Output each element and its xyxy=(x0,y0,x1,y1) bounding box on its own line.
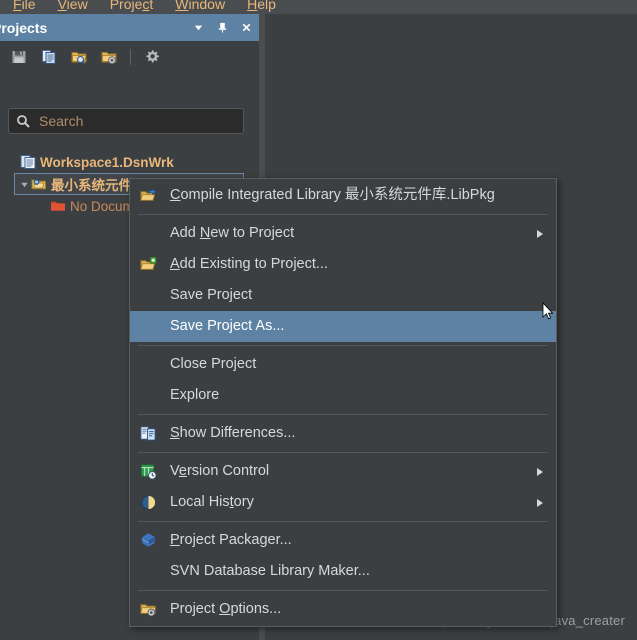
menu-item-save-project-as[interactable]: Save Project As... xyxy=(130,311,556,342)
menu-item-label: Explore xyxy=(170,387,220,404)
menu-separator xyxy=(138,452,548,453)
menu-item-label: Add Existing to Project... xyxy=(170,256,328,273)
menu-item-close-project[interactable]: Close Project xyxy=(130,349,556,380)
menu-item-project-packager[interactable]: Project Packager... xyxy=(130,525,556,556)
menu-item-label: Version Control xyxy=(170,463,270,480)
menubar-item-project[interactable]: Project xyxy=(99,0,165,13)
menu-icon-placeholder xyxy=(138,287,158,305)
menu-separator xyxy=(138,345,548,346)
submenu-arrow-icon xyxy=(537,229,543,238)
mouse-cursor xyxy=(542,301,554,321)
menubar-item-help[interactable]: Help xyxy=(236,0,287,13)
menu-icon-placeholder xyxy=(138,563,158,581)
workspace-icon xyxy=(20,154,36,170)
pin-icon[interactable] xyxy=(216,21,229,34)
page-title: Projects xyxy=(0,19,48,36)
menu-item-project-options[interactable]: Project Options... xyxy=(130,594,556,625)
clock-icon xyxy=(138,494,158,512)
close-icon[interactable] xyxy=(240,21,253,34)
menu-item-svn-database-library-maker[interactable]: SVN Database Library Maker... xyxy=(130,556,556,587)
search-icon xyxy=(16,114,30,128)
show-differences-icon xyxy=(138,425,158,443)
floppy-disk-icon[interactable] xyxy=(4,44,34,70)
projects-toolbar xyxy=(0,41,259,73)
tree-item[interactable]: Workspace1.DsnWrk xyxy=(0,151,259,173)
menu-separator xyxy=(138,521,548,522)
menu-item-add-new-to-project[interactable]: Add New to Project xyxy=(130,218,556,249)
menu-separator xyxy=(138,414,548,415)
tree-arrow-spacer xyxy=(8,157,19,168)
menu-item-compile-integrated-library[interactable]: Compile Integrated Library 最小系统元件库.LibPk… xyxy=(130,180,556,211)
menu-item-label: Compile Integrated Library 最小系统元件库.LibPk… xyxy=(170,187,495,204)
menu-item-save-project[interactable]: Save Project xyxy=(130,280,556,311)
menu-separator xyxy=(138,214,548,215)
submenu-arrow-icon xyxy=(537,467,543,476)
menu-item-label: SVN Database Library Maker... xyxy=(170,563,370,580)
package-icon xyxy=(138,532,158,550)
menu-separator xyxy=(138,590,548,591)
gear-icon[interactable] xyxy=(137,44,167,70)
folder-red-icon xyxy=(50,198,66,214)
menubar-item-view[interactable]: View xyxy=(47,0,99,13)
menubar-item-file[interactable]: File xyxy=(2,0,47,13)
menu-item-explore[interactable]: Explore xyxy=(130,380,556,411)
app-window: FileViewProjectWindowHelp Projects xyxy=(0,0,637,640)
menu-item-label: Project Packager... xyxy=(170,532,292,549)
search-box[interactable] xyxy=(8,108,244,134)
menu-item-label: Save Project xyxy=(170,287,253,304)
menu-item-label: Save Project As... xyxy=(170,318,285,335)
project-package-icon xyxy=(31,176,47,192)
version-control-icon xyxy=(138,463,158,481)
menu-item-add-existing-to-project[interactable]: Add Existing to Project... xyxy=(130,249,556,280)
folder-gear-icon[interactable] xyxy=(94,44,124,70)
menu-item-label: Local History xyxy=(170,494,254,511)
folder-search-icon[interactable] xyxy=(64,44,94,70)
menubar-item-window[interactable]: Window xyxy=(164,0,236,13)
menu-item-label: Show Differences... xyxy=(170,425,296,442)
projects-panel-titlebar: Projects xyxy=(0,14,259,41)
menu-item-label: Project Options... xyxy=(170,601,282,618)
menu-icon-placeholder xyxy=(138,225,158,243)
tree-item-label: Workspace1.DsnWrk xyxy=(40,154,174,170)
search-input[interactable] xyxy=(30,113,243,129)
compile-library-icon xyxy=(138,187,158,205)
menu-item-version-control[interactable]: Version Control xyxy=(130,456,556,487)
menu-icon-placeholder xyxy=(138,387,158,405)
menu-icon-placeholder xyxy=(138,356,158,374)
menu-item-show-differences[interactable]: Show Differences... xyxy=(130,418,556,449)
tree-arrow-spacer xyxy=(38,201,49,212)
menu-item-label: Add New to Project xyxy=(170,225,295,242)
add-existing-icon xyxy=(138,256,158,274)
menu-icon-placeholder xyxy=(138,318,158,336)
menu-bar: File View Project Window Help xyxy=(0,0,637,14)
panel-title-buttons xyxy=(192,14,253,41)
project-context-menu: Compile Integrated Library 最小系统元件库.LibPk… xyxy=(129,178,557,627)
chevron-down-icon[interactable] xyxy=(192,21,205,34)
submenu-arrow-icon xyxy=(537,498,543,507)
toolbar-divider xyxy=(130,49,131,65)
folder-gear-icon xyxy=(138,601,158,619)
tree-expand-arrow-icon[interactable] xyxy=(19,179,30,190)
menu-item-label: Close Project xyxy=(170,356,257,373)
documents-icon[interactable] xyxy=(34,44,64,70)
menu-item-local-history[interactable]: Local History xyxy=(130,487,556,518)
